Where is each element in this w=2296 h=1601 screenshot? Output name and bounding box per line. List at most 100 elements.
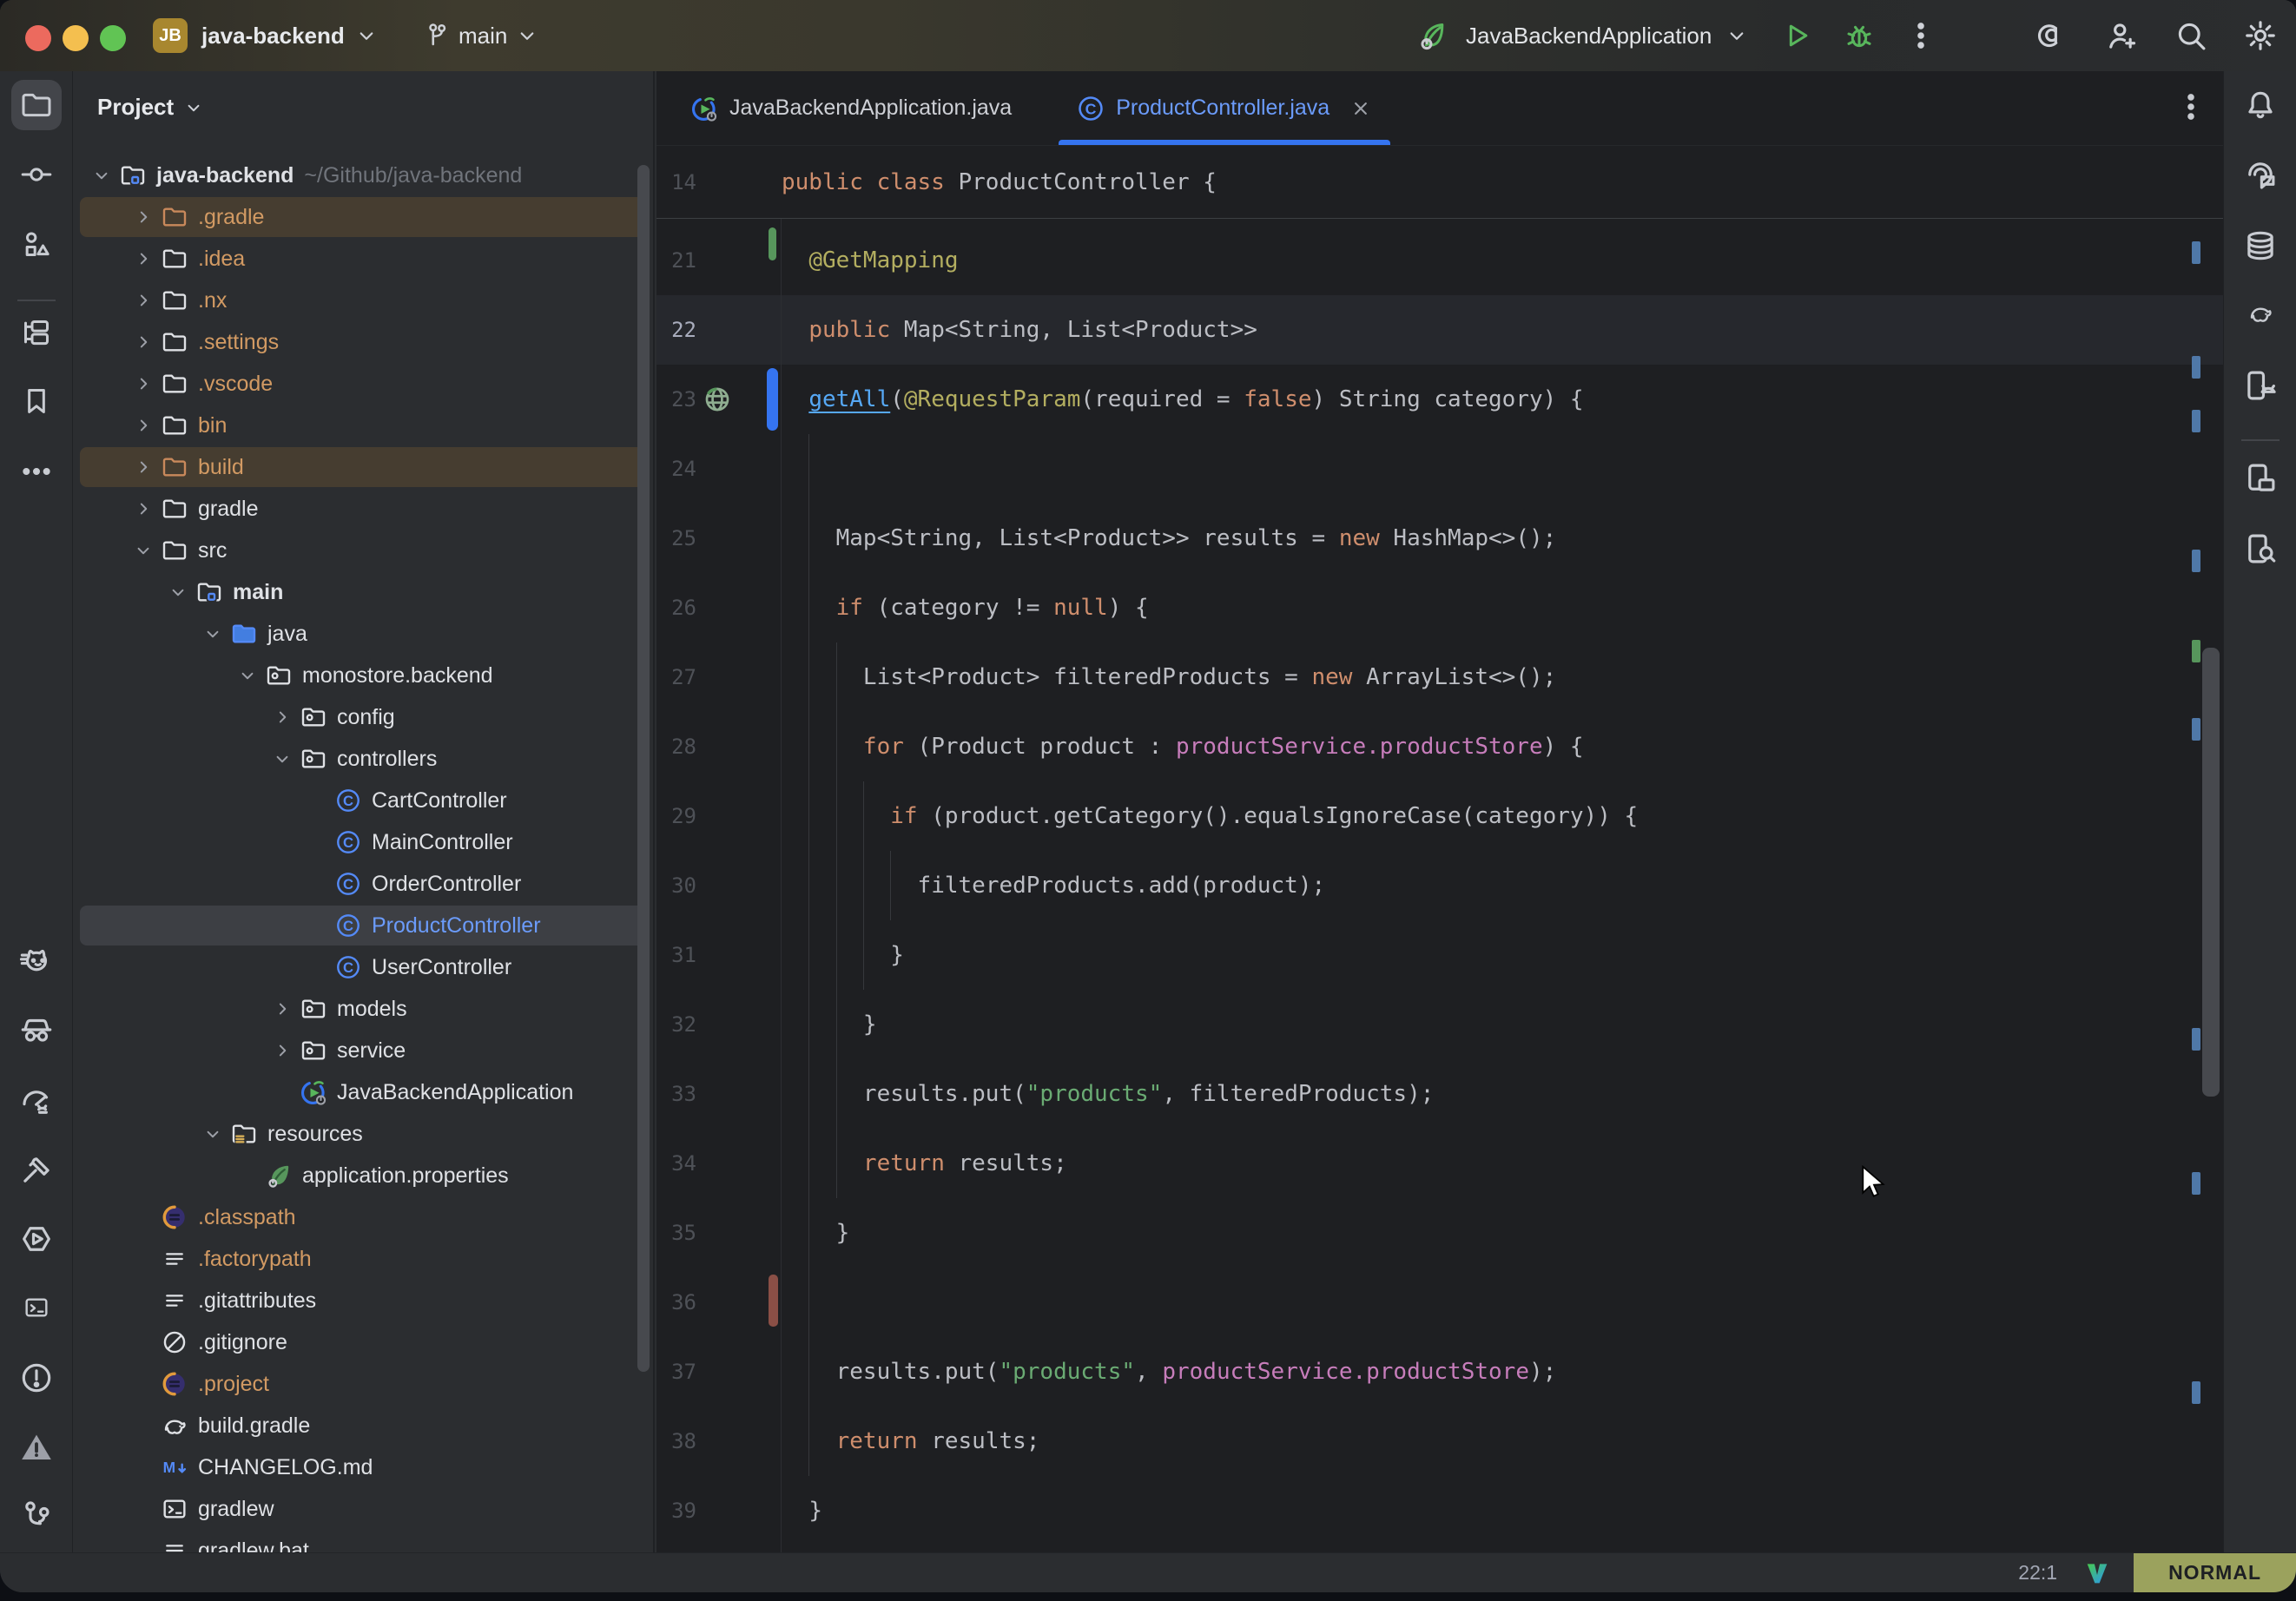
settings-gear-icon[interactable] [2242, 17, 2279, 54]
branch-widget[interactable]: main [422, 0, 540, 71]
tool-structure-icon[interactable] [11, 307, 62, 358]
chevron-down-icon[interactable] [1724, 23, 1750, 49]
line-number[interactable]: 23 [656, 365, 696, 434]
error-stripe-mark[interactable] [2192, 550, 2200, 572]
tree-item--project[interactable]: .project [73, 1363, 653, 1405]
error-stripe-mark[interactable] [2192, 1381, 2200, 1404]
chevron-right-icon[interactable] [267, 1039, 297, 1062]
line-number[interactable]: 31 [656, 920, 696, 990]
project-panel-header[interactable]: Project [97, 94, 205, 121]
commit-icon[interactable] [11, 149, 62, 200]
chevron-down-icon[interactable] [198, 623, 228, 645]
tree-item-productcontroller[interactable]: CProductController [73, 905, 653, 946]
close-icon[interactable] [1349, 96, 1373, 121]
tree-item-ordercontroller[interactable]: COrderController [73, 863, 653, 905]
terminal-icon[interactable] [11, 1282, 62, 1333]
device-android-icon[interactable] [2235, 360, 2286, 411]
close-window-button[interactable] [25, 25, 51, 51]
code-line-27[interactable]: 27 List<Product> filteredProducts = new … [656, 642, 2223, 712]
tree-item--vscode[interactable]: .vscode [73, 363, 653, 405]
chevron-right-icon[interactable] [129, 331, 158, 353]
tree-item-gradle[interactable]: gradle [73, 488, 653, 530]
tree-item--classpath[interactable]: .classpath [73, 1196, 653, 1238]
code-area[interactable]: 21 @GetMapping22 public Map<String, List… [656, 219, 2223, 1552]
tree-item-main[interactable]: main [73, 571, 653, 613]
minimize-window-button[interactable] [63, 25, 89, 51]
chevron-down-icon[interactable] [198, 1123, 228, 1145]
chevron-right-icon[interactable] [129, 497, 158, 520]
vim-v-icon[interactable] [2083, 1559, 2111, 1587]
error-stripe-mark[interactable] [2192, 1028, 2200, 1051]
line-number[interactable]: 24 [656, 434, 696, 504]
copilot-cat-icon[interactable] [11, 937, 62, 987]
chevron-right-icon[interactable] [129, 247, 158, 270]
code-line-23[interactable]: 23 getAll(@RequestParam(required = false… [656, 365, 2223, 434]
device-explorer-icon[interactable] [2235, 524, 2286, 574]
tree-item-usercontroller[interactable]: CUserController [73, 946, 653, 988]
run-button[interactable] [1779, 18, 1814, 53]
chevron-down-icon[interactable] [87, 164, 116, 187]
database-icon[interactable] [2235, 221, 2286, 271]
line-number[interactable]: 26 [656, 573, 696, 642]
chevron-right-icon[interactable] [129, 289, 158, 312]
line-number[interactable]: 21 [656, 226, 696, 295]
device-window-icon[interactable] [2235, 453, 2286, 504]
build-hammer-icon[interactable] [11, 1145, 62, 1196]
code-line-31[interactable]: 31 } [656, 920, 2223, 990]
tree-item-build[interactable]: build [73, 446, 653, 488]
zoom-window-button[interactable] [100, 25, 126, 51]
line-number[interactable]: 39 [656, 1476, 696, 1545]
structure-shapes-icon[interactable] [11, 220, 62, 270]
more-dots-icon[interactable] [11, 446, 62, 497]
code-line-37[interactable]: 37 results.put("products", productServic… [656, 1337, 2223, 1407]
code-line-24[interactable]: 24 [656, 434, 2223, 504]
line-number[interactable]: 38 [656, 1407, 696, 1476]
tree-item-application-properties[interactable]: application.properties [73, 1155, 653, 1196]
profiler-gauge-icon[interactable] [11, 1077, 62, 1127]
line-number[interactable]: 35 [656, 1198, 696, 1268]
code-line-35[interactable]: 35 } [656, 1198, 2223, 1268]
line-number[interactable]: 22 [656, 295, 696, 365]
tree-item-javabackendapplication[interactable]: JavaBackendApplication [73, 1071, 653, 1113]
tree-item--settings[interactable]: .settings [73, 321, 653, 363]
editor-scrollbar[interactable] [2202, 648, 2220, 1097]
ai-assistant-icon[interactable] [2034, 17, 2070, 54]
tree-item-resources[interactable]: resources [73, 1113, 653, 1155]
tree-item-controllers[interactable]: controllers [73, 738, 653, 780]
notifications-bell-icon[interactable] [2235, 80, 2286, 130]
problems-circle-icon[interactable] [11, 1353, 62, 1403]
code-line-32[interactable]: 32 } [656, 990, 2223, 1059]
tree-item--gradle[interactable]: .gradle [73, 196, 653, 238]
tree-item-gradlew-bat[interactable]: gradlew.bat [73, 1530, 653, 1552]
debug-button[interactable] [1842, 18, 1877, 53]
tree-item-bin[interactable]: bin [73, 405, 653, 446]
tree-item--gitattributes[interactable]: .gitattributes [73, 1280, 653, 1321]
code-line-25[interactable]: 25 Map<String, List<Product>> results = … [656, 504, 2223, 573]
line-number[interactable]: 27 [656, 642, 696, 712]
tree-item-config[interactable]: config [73, 696, 653, 738]
line-number[interactable]: 34 [656, 1129, 696, 1198]
tree-item--factorypath[interactable]: .factorypath [73, 1238, 653, 1280]
git-branch-icon[interactable] [11, 1491, 62, 1541]
line-number[interactable]: 14 [656, 146, 696, 219]
code-line-21[interactable]: 21 @GetMapping [656, 226, 2223, 295]
code-line-33[interactable]: 33 results.put("products", filteredProdu… [656, 1059, 2223, 1129]
tree-item--nx[interactable]: .nx [73, 280, 653, 321]
line-number[interactable]: 37 [656, 1337, 696, 1407]
code-line-38[interactable]: 38 return results; [656, 1407, 2223, 1476]
tab-productcontroller-java[interactable]: CProductController.java [1057, 71, 1392, 145]
chevron-down-icon[interactable] [129, 539, 158, 562]
tree-item-build-gradle[interactable]: build.gradle [73, 1405, 653, 1446]
project-widget[interactable]: JB java-backend [153, 0, 379, 71]
chevron-right-icon[interactable] [129, 372, 158, 395]
code-line-34[interactable]: 34 return results; [656, 1129, 2223, 1198]
tree-item-gradlew[interactable]: gradlew [73, 1488, 653, 1530]
warning-triangle-icon[interactable] [11, 1422, 62, 1473]
incognito-icon[interactable] [11, 1005, 62, 1055]
line-number[interactable]: 32 [656, 990, 696, 1059]
project-tree-scrollbar[interactable] [637, 165, 650, 1372]
code-line-28[interactable]: 28 for (Product product : productService… [656, 712, 2223, 781]
tree-item-src[interactable]: src [73, 530, 653, 571]
line-number[interactable]: 36 [656, 1268, 696, 1337]
tree-item-cartcontroller[interactable]: CCartController [73, 780, 653, 821]
